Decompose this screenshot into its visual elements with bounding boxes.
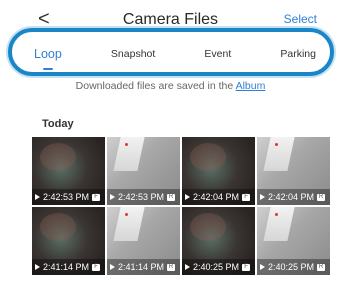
thumbnail-grid: 2:42:53 PM F 2:42:53 PM R 2:42:04 PM F 2… <box>32 137 330 275</box>
indicator-dot <box>275 143 278 146</box>
camera-badge: F <box>92 263 101 271</box>
video-thumbnail[interactable]: 2:40:25 PM F <box>182 207 255 275</box>
play-icon <box>35 264 40 270</box>
video-preview <box>113 207 145 241</box>
indicator-dot <box>125 143 128 146</box>
video-preview <box>113 137 145 171</box>
album-link[interactable]: Album <box>236 80 266 92</box>
thumbnail-caption: 2:40:25 PM R <box>257 259 330 275</box>
video-thumbnail[interactable]: 2:42:04 PM F <box>182 137 255 205</box>
info-prefix: Downloaded files are saved in the <box>75 80 236 92</box>
camera-badge: R <box>167 193 176 201</box>
thumbnail-caption: 2:42:53 PM F <box>32 189 105 205</box>
video-preview <box>263 207 295 241</box>
camera-badge: F <box>242 193 251 201</box>
indicator-dot <box>275 213 278 216</box>
thumbnail-caption: 2:42:04 PM R <box>257 189 330 205</box>
play-icon <box>185 264 190 270</box>
section-title-today: Today <box>42 118 74 130</box>
video-preview <box>190 213 226 241</box>
tab-event[interactable]: Event <box>200 42 235 66</box>
thumbnail-time: 2:42:53 PM <box>118 192 165 202</box>
camera-badge: R <box>317 263 326 271</box>
tab-snapshot[interactable]: Snapshot <box>107 42 159 66</box>
camera-badge: F <box>92 193 101 201</box>
play-icon <box>185 194 190 200</box>
tab-parking[interactable]: Parking <box>276 42 320 66</box>
download-info-text: Downloaded files are saved in the Album <box>0 80 341 92</box>
thumbnail-caption: 2:42:04 PM F <box>182 189 255 205</box>
thumbnail-time: 2:42:04 PM <box>193 192 240 202</box>
thumbnail-caption: 2:41:14 PM F <box>32 259 105 275</box>
select-button[interactable]: Select <box>284 12 317 26</box>
play-icon <box>260 194 265 200</box>
video-preview <box>263 137 295 171</box>
play-icon <box>260 264 265 270</box>
play-icon <box>110 194 115 200</box>
camera-badge: R <box>317 193 326 201</box>
thumbnail-time: 2:40:25 PM <box>268 262 315 272</box>
tab-bar: Loop Snapshot Event Parking <box>30 40 320 70</box>
thumbnail-time: 2:41:14 PM <box>43 262 90 272</box>
camera-badge: F <box>242 263 251 271</box>
video-thumbnail[interactable]: 2:42:04 PM R <box>257 137 330 205</box>
video-thumbnail[interactable]: 2:42:53 PM F <box>32 137 105 205</box>
play-icon <box>35 194 40 200</box>
play-icon <box>110 264 115 270</box>
video-preview <box>190 143 226 171</box>
video-thumbnail[interactable]: 2:41:14 PM F <box>32 207 105 275</box>
thumbnail-time: 2:41:14 PM <box>118 262 165 272</box>
video-thumbnail[interactable]: 2:40:25 PM R <box>257 207 330 275</box>
camera-badge: R <box>167 263 176 271</box>
thumbnail-time: 2:42:04 PM <box>268 192 315 202</box>
thumbnail-time: 2:40:25 PM <box>193 262 240 272</box>
indicator-dot <box>125 213 128 216</box>
video-preview <box>40 213 76 241</box>
thumbnail-time: 2:42:53 PM <box>43 192 90 202</box>
video-thumbnail[interactable]: 2:42:53 PM R <box>107 137 180 205</box>
thumbnail-caption: 2:41:14 PM R <box>107 259 180 275</box>
video-preview <box>40 143 76 171</box>
thumbnail-caption: 2:42:53 PM R <box>107 189 180 205</box>
video-thumbnail[interactable]: 2:41:14 PM R <box>107 207 180 275</box>
tab-loop[interactable]: Loop <box>30 42 66 70</box>
thumbnail-caption: 2:40:25 PM F <box>182 259 255 275</box>
